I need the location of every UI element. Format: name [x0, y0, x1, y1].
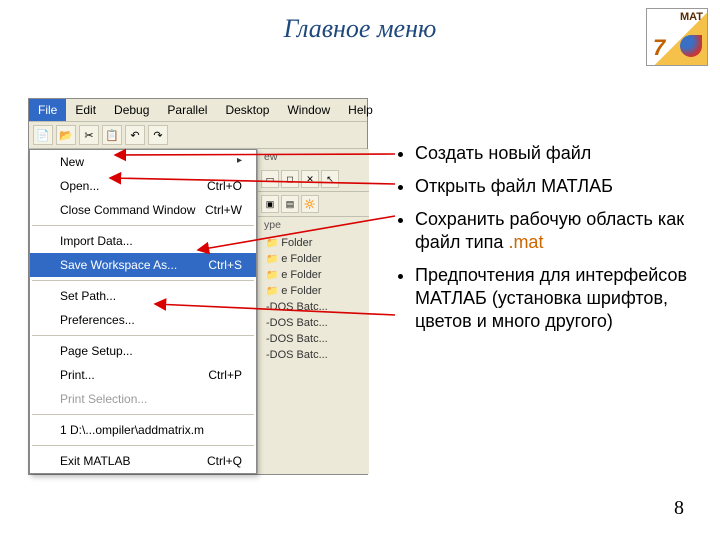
menu-item-print[interactable]: Print... Ctrl+P — [30, 363, 256, 387]
menu-item-label: Page Setup... — [60, 344, 133, 358]
menu-item-set-path[interactable]: Set Path... — [30, 284, 256, 308]
bg-row: Folder — [258, 235, 369, 251]
bg-row: -DOS Batc... — [258, 347, 369, 363]
menu-item-new[interactable]: New — [30, 150, 256, 174]
bg-tool-icon: ↖ — [321, 170, 339, 188]
toolbar: 📄 📂 ✂ 📋 ↶ ↷ — [29, 122, 367, 149]
undo-icon[interactable]: ↶ — [125, 125, 145, 145]
bg-row: -DOS Batc... — [258, 331, 369, 347]
bg-row: e Folder — [258, 251, 369, 267]
bg-tool-icon: ▭ — [261, 170, 279, 188]
menu-item-shortcut: Ctrl+P — [208, 368, 242, 382]
bg-tool-icon: ✕ — [301, 170, 319, 188]
bg-row: -DOS Batc... — [258, 299, 369, 315]
cut-icon[interactable]: ✂ — [79, 125, 99, 145]
bg-row: e Folder — [258, 267, 369, 283]
bg-type-header: ype — [258, 217, 369, 235]
menu-file[interactable]: File — [29, 99, 66, 121]
menu-item-import[interactable]: Import Data... — [30, 229, 256, 253]
menu-item-label: Set Path... — [60, 289, 116, 303]
file-menu-dropdown: New Open... Ctrl+O Close Command Window … — [29, 149, 257, 474]
menu-item-label: Print Selection... — [60, 392, 147, 406]
new-file-icon[interactable]: 📄 — [33, 125, 53, 145]
menu-parallel[interactable]: Parallel — [158, 99, 216, 121]
bullet-open: Открыть файл МАТЛАБ — [415, 175, 695, 198]
menu-item-preferences[interactable]: Preferences... — [30, 308, 256, 332]
bg-tab-new: ew — [258, 149, 369, 167]
open-file-icon[interactable]: 📂 — [56, 125, 76, 145]
menu-item-print-selection: Print Selection... — [30, 387, 256, 411]
menu-item-page-setup[interactable]: Page Setup... — [30, 339, 256, 363]
redo-icon[interactable]: ↷ — [148, 125, 168, 145]
logo-swoosh-icon — [680, 35, 702, 57]
menu-item-close-cmd[interactable]: Close Command Window Ctrl+W — [30, 198, 256, 222]
menu-edit[interactable]: Edit — [66, 99, 105, 121]
menu-debug[interactable]: Debug — [105, 99, 158, 121]
menu-item-label: Print... — [60, 368, 95, 382]
background-panel: ew ▭ ◻ ✕ ↖ ▣ ▤ 🔆 ype Folder e Folder e F… — [257, 149, 369, 474]
menu-item-label: Import Data... — [60, 234, 133, 248]
menu-item-label: Open... — [60, 179, 99, 193]
bg-row: e Folder — [258, 283, 369, 299]
menu-window[interactable]: Window — [278, 99, 339, 121]
menu-item-shortcut: Ctrl+W — [205, 203, 242, 217]
menu-item-save-workspace[interactable]: Save Workspace As... Ctrl+S — [30, 253, 256, 277]
bg-tool-icon: ▤ — [281, 195, 299, 213]
matlab-window: File Edit Debug Parallel Desktop Window … — [28, 98, 368, 475]
menu-separator — [32, 280, 254, 281]
bg-tool-icon: ▣ — [261, 195, 279, 213]
menu-item-shortcut: Ctrl+S — [208, 258, 242, 272]
menu-item-label: Preferences... — [60, 313, 135, 327]
bg-toolstrip2: ▣ ▤ 🔆 — [258, 192, 369, 217]
menu-help[interactable]: Help — [339, 99, 382, 121]
menu-item-label: 1 D:\...ompiler\addmatrix.m — [60, 423, 204, 437]
menu-item-label: Save Workspace As... — [60, 258, 177, 272]
logo-brand: MAT — [680, 11, 703, 23]
explanation-list: Создать новый файл Открыть файл МАТЛАБ С… — [395, 142, 695, 343]
menu-item-label: Exit MATLAB — [60, 454, 130, 468]
bullet-new: Создать новый файл — [415, 142, 695, 165]
menu-item-open[interactable]: Open... Ctrl+O — [30, 174, 256, 198]
bg-tool-icon: ◻ — [281, 170, 299, 188]
page-number: 8 — [674, 497, 684, 520]
menu-separator — [32, 335, 254, 336]
menu-separator — [32, 445, 254, 446]
bg-row: -DOS Batc... — [258, 315, 369, 331]
menu-desktop[interactable]: Desktop — [216, 99, 278, 121]
logo-version: 7 — [653, 35, 665, 61]
bg-toolstrip: ▭ ◻ ✕ ↖ — [258, 167, 369, 192]
bullet-text: Сохранить рабочую область как файл типа — [415, 209, 684, 252]
paste-icon[interactable]: 📋 — [102, 125, 122, 145]
bg-tool-icon: 🔆 — [301, 195, 319, 213]
slide-title: Главное меню — [0, 0, 720, 44]
menu-item-shortcut: Ctrl+Q — [207, 454, 242, 468]
menu-item-recent-file[interactable]: 1 D:\...ompiler\addmatrix.m — [30, 418, 256, 442]
mat-extension: .mat — [508, 232, 543, 252]
menu-separator — [32, 225, 254, 226]
menu-separator — [32, 414, 254, 415]
bullet-prefs: Предпочтения для интерфейсов МАТЛАБ (уст… — [415, 264, 695, 333]
menu-item-label: Close Command Window — [60, 203, 195, 217]
menubar: File Edit Debug Parallel Desktop Window … — [29, 99, 367, 122]
matlab-logo: MAT 7 — [646, 8, 708, 66]
menu-item-exit[interactable]: Exit MATLAB Ctrl+Q — [30, 449, 256, 473]
menu-item-shortcut: Ctrl+O — [207, 179, 242, 193]
menu-item-label: New — [60, 155, 84, 169]
bullet-save: Сохранить рабочую область как файл типа … — [415, 208, 695, 254]
